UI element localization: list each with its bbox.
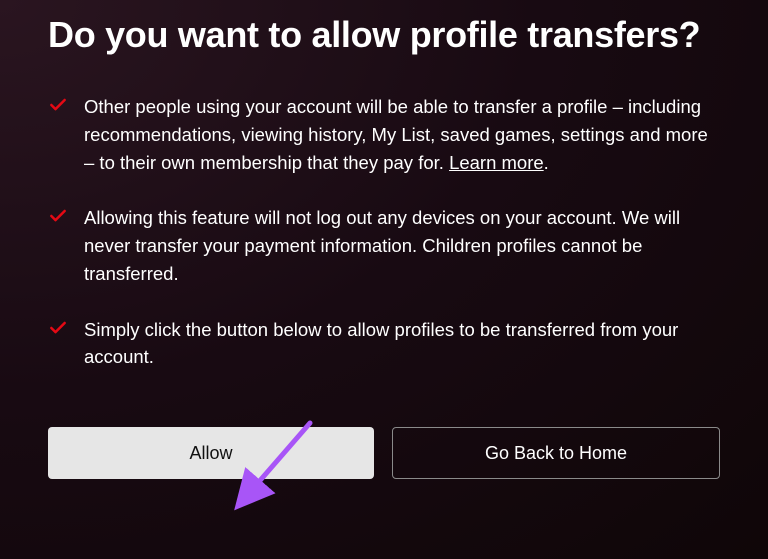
points-list: Other people using your account will be … [48,93,720,371]
check-icon [48,95,68,115]
point-item: Allowing this feature will not log out a… [48,204,720,287]
check-icon [48,318,68,338]
go-back-home-button[interactable]: Go Back to Home [392,427,720,479]
point-text-before: Other people using your account will be … [84,96,708,173]
learn-more-link[interactable]: Learn more [449,152,544,173]
point-text: Allowing this feature will not log out a… [84,204,720,287]
point-text: Other people using your account will be … [84,93,720,176]
point-text-before: Allowing this feature will not log out a… [84,207,680,284]
point-text-before: Simply click the button below to allow p… [84,319,678,368]
point-text-after: . [544,152,549,173]
page-title: Do you want to allow profile transfers? [48,12,720,57]
point-item: Other people using your account will be … [48,93,720,176]
allow-button[interactable]: Allow [48,427,374,479]
point-text: Simply click the button below to allow p… [84,316,720,372]
check-icon [48,206,68,226]
point-item: Simply click the button below to allow p… [48,316,720,372]
button-row: Allow Go Back to Home [48,427,720,479]
